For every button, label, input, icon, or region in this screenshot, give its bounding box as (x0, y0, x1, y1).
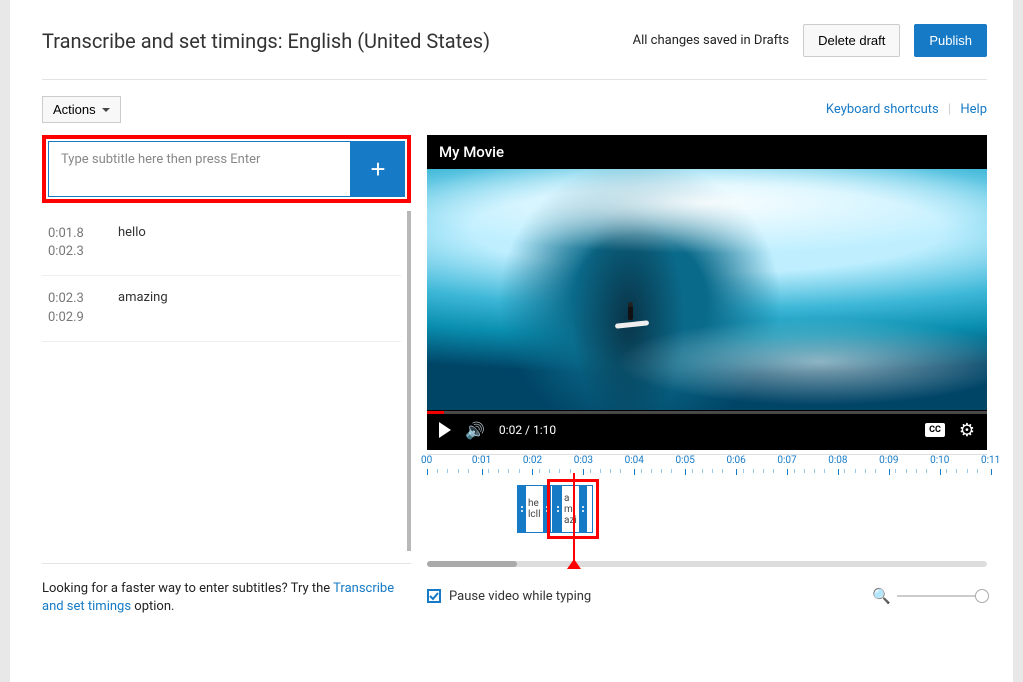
save-status: All changes saved in Drafts (633, 33, 790, 48)
video-frame (427, 169, 987, 410)
settings-gear-icon[interactable] (959, 420, 975, 441)
caret-down-icon (102, 108, 110, 112)
playhead[interactable] (573, 473, 575, 561)
cue-text: hello (118, 225, 146, 261)
cc-icon[interactable]: CC (925, 423, 945, 437)
volume-icon[interactable] (465, 421, 485, 440)
link-separator: | (948, 102, 951, 117)
keyboard-shortcuts-link[interactable]: Keyboard shortcuts (826, 102, 939, 117)
ruler-tick: 0:06 (726, 455, 745, 466)
plus-icon: + (370, 154, 385, 185)
cue-list[interactable]: 0:01.8 0:02.3 hello 0:02.3 0:02.9 amazin… (42, 211, 411, 551)
cue-row[interactable]: 0:01.8 0:02.3 hello (42, 211, 401, 276)
zoom-icon[interactable] (872, 587, 891, 605)
clip-handle-left[interactable] (554, 486, 562, 532)
ruler-tick: 0:03 (574, 455, 593, 466)
actions-label: Actions (53, 102, 96, 117)
ruler-tick: 0:01 (472, 455, 491, 466)
hint-text: Looking for a faster way to enter subtit… (42, 563, 411, 616)
subtitle-input[interactable] (48, 141, 351, 197)
help-link[interactable]: Help (960, 102, 987, 117)
cue-start: 0:02.3 (48, 290, 96, 308)
header: Transcribe and set timings: English (Uni… (42, 24, 987, 80)
pause-while-typing-checkbox[interactable] (427, 589, 441, 603)
surfer-figure (623, 304, 639, 330)
ruler-tick: 0:10 (930, 455, 949, 466)
timeline-clip[interactable]: he lcll (517, 485, 553, 533)
ruler-tick: 0:07 (777, 455, 796, 466)
ruler-tick: 0:08 (828, 455, 847, 466)
cue-row[interactable]: 0:02.3 0:02.9 amazing (42, 276, 401, 341)
subtitle-input-highlight: + (42, 135, 411, 203)
pause-while-typing-label: Pause video while typing (449, 589, 591, 604)
clip-handle-left[interactable] (518, 486, 526, 532)
ruler-tick: 00 (421, 455, 432, 466)
ruler-tick: 0:05 (676, 455, 695, 466)
publish-button[interactable]: Publish (914, 24, 987, 57)
cue-end: 0:02.3 (48, 243, 96, 261)
cue-text: amazing (118, 290, 168, 326)
add-subtitle-button[interactable]: + (351, 141, 405, 197)
actions-dropdown[interactable]: Actions (42, 96, 121, 123)
clip-handle-right[interactable] (579, 486, 587, 532)
page-title: Transcribe and set timings: English (Uni… (42, 29, 490, 53)
cue-start: 0:01.8 (48, 225, 96, 243)
hint-suffix: option. (131, 599, 174, 614)
zoom-slider[interactable] (897, 595, 987, 597)
clip-text: he (528, 498, 541, 509)
ruler-tick: 0:09 (879, 455, 898, 466)
play-icon[interactable] (439, 422, 451, 438)
clip-handle-right[interactable] (543, 486, 551, 532)
timeline-ruler[interactable]: 000:010:020:030:040:050:060:070:080:090:… (427, 455, 987, 479)
ruler-tick: 0:11 (981, 455, 1000, 466)
clip-text: lcll (528, 509, 541, 520)
timeline-track[interactable]: he lcll a m azi (427, 479, 987, 549)
zoom-slider-knob[interactable] (975, 589, 989, 603)
ruler-tick: 0:04 (625, 455, 644, 466)
timeline-scrollbar[interactable] (427, 561, 987, 567)
delete-draft-button[interactable]: Delete draft (803, 24, 900, 57)
cue-end: 0:02.9 (48, 309, 96, 327)
timeline[interactable]: 000:010:020:030:040:050:060:070:080:090:… (427, 454, 987, 567)
editor-card: Transcribe and set timings: English (Uni… (10, 0, 1013, 682)
time-display: 0:02 / 1:10 (499, 423, 556, 437)
timeline-scroll-thumb[interactable] (427, 561, 517, 567)
hint-prefix: Looking for a faster way to enter subtit… (42, 581, 333, 596)
video-title: My Movie (427, 135, 987, 169)
toolbar: Actions Keyboard shortcuts | Help (42, 96, 987, 123)
ruler-tick: 0:02 (523, 455, 542, 466)
video-player[interactable]: My Movie 0:02 / 1:10 (427, 135, 987, 450)
